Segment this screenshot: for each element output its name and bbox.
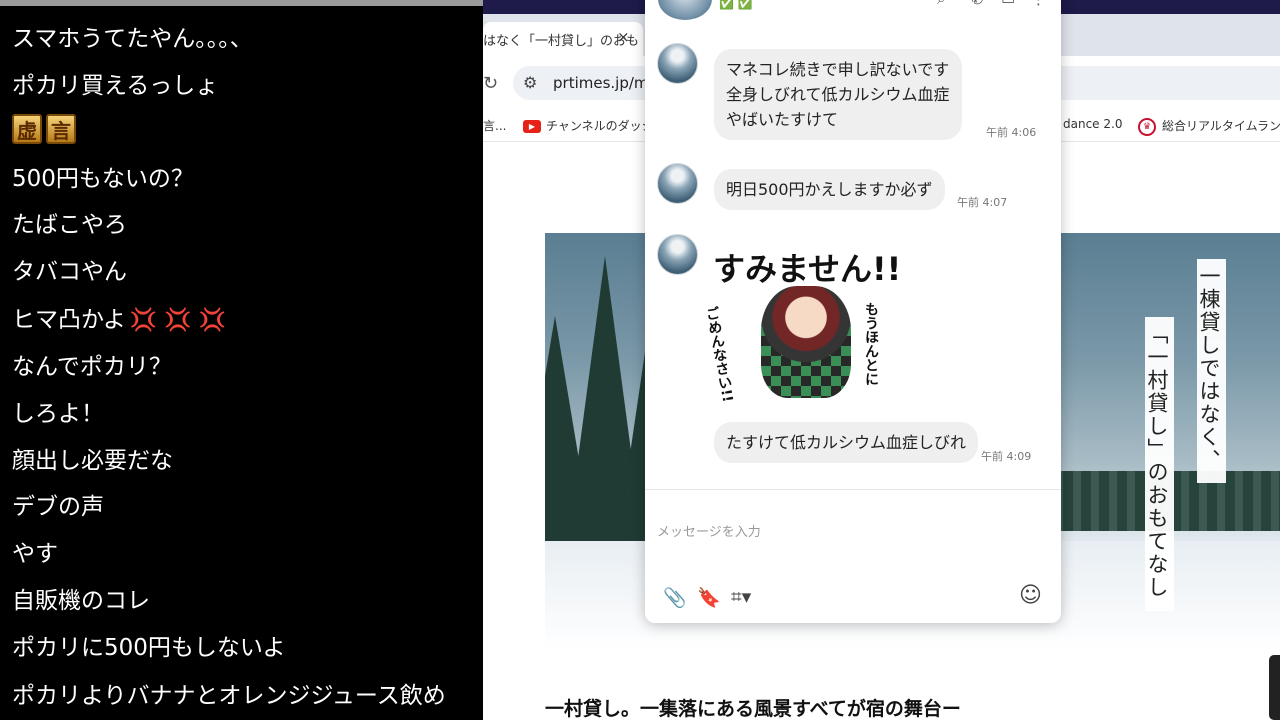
hero-vertical-text-2: 「一村貸し」のおもてなし	[1145, 317, 1174, 611]
message-line: たすけて低カルシウム血症しびれ	[726, 433, 967, 452]
comment-text: 顔出し必要だな	[12, 448, 173, 474]
message-line: 明日500円かえしますか必ず	[726, 180, 933, 199]
bookmark-label: 総合リアルタイムランキ	[1162, 119, 1280, 133]
message-line: 全身しびれて低カルシウム血症	[726, 85, 950, 104]
avatar[interactable]	[657, 43, 698, 84]
compose-area: 📎 🔖 ⌗▾ ☺	[645, 489, 1061, 623]
message-line: マネコレ続きで申し訳ないです	[726, 60, 950, 79]
comment-text: ポカリ買えるっしょ	[12, 73, 219, 99]
bookmark-icon[interactable]: 🔖	[697, 586, 721, 609]
comment-overlay: スマホうてたやん。。。、 ポカリ買えるっしょ 虚言 500円もないの？ たばこや…	[0, 0, 483, 720]
bookmark-ranking[interactable]: ♛ 総合リアルタイムランキ	[1138, 117, 1280, 136]
comment-item: しろよ！	[12, 399, 104, 429]
browser-tab[interactable]: はなく「一村貸し」のおも ×	[483, 22, 643, 56]
comment-item: 虚言	[12, 114, 80, 146]
comment-item: ポカリよりバナナとオレンジジュース飲め	[12, 681, 446, 711]
scrollbar-thumb[interactable]	[1269, 655, 1280, 720]
message-timestamp: 午前 4:09	[981, 450, 1032, 463]
more-icon[interactable]: ⋮	[1031, 0, 1046, 8]
chat-popup: ✅ ✅ ⌕ ✆ ▭ ⋮ マネコレ続きで申し訳ないです 全身しびれて低カルシウム血…	[645, 0, 1061, 623]
crop-icon[interactable]: ⌗▾	[731, 586, 751, 608]
comment-text: タバコやん	[12, 259, 127, 285]
avatar[interactable]	[657, 234, 698, 275]
anger-icon: 💢 💢 💢	[129, 308, 227, 333]
bookmark-item[interactable]: dance 2.0	[1063, 117, 1122, 131]
reload-icon[interactable]: ↻	[483, 73, 498, 94]
emoji-icon[interactable]: ☺	[1019, 583, 1042, 608]
kyogen-badge-1: 虚	[12, 114, 42, 144]
comment-text: ヒマ凸かよ	[12, 307, 126, 333]
avatar[interactable]	[657, 163, 698, 204]
comment-text: デブの声	[12, 494, 104, 520]
message-timestamp: 午前 4:06	[986, 126, 1037, 139]
comment-text: 自販機のコレ	[12, 588, 150, 614]
chat-bubble: 明日500円かえしますか必ず	[714, 169, 945, 210]
sticker-right-text: もうほんとに	[863, 302, 879, 386]
close-icon[interactable]: ×	[617, 28, 630, 46]
comment-text: ポカリに500円もしないよ	[12, 635, 286, 661]
comment-item: たばこやろ	[12, 210, 127, 240]
comment-text: たばこやろ	[12, 212, 127, 238]
comment-text: しろよ！	[12, 401, 104, 427]
site-settings-icon[interactable]: ⚙	[523, 73, 537, 92]
kyogen-badge-2: 言	[46, 114, 76, 144]
tab-title: はなく「一村貸し」のおも	[483, 34, 640, 49]
comment-text: スマホうてたやん。。。、	[12, 26, 253, 52]
tree-shape	[545, 316, 595, 556]
sticker-left-text: ごめんなさい!!	[702, 305, 736, 404]
bookmark-item[interactable]: 言...	[483, 117, 506, 134]
comment-text: 500円もないの？	[12, 166, 194, 192]
chat-bubble: マネコレ続きで申し訳ないです 全身しびれて低カルシウム血症 やばいたすけて	[714, 49, 962, 140]
note-icon[interactable]: ▭	[1001, 0, 1015, 8]
url-text: prtimes.jp/ma	[553, 74, 658, 92]
comment-item: やす	[12, 539, 58, 569]
message-input[interactable]	[657, 502, 1047, 562]
message-timestamp: 午前 4:07	[957, 196, 1008, 209]
comment-item: デブの声	[12, 492, 104, 522]
avatar[interactable]	[658, 0, 712, 20]
chat-contact-name: ✅ ✅	[719, 0, 753, 10]
phone-icon[interactable]: ✆	[971, 0, 984, 8]
message-line: やばいたすけて	[726, 110, 839, 129]
sticker-character	[761, 286, 851, 398]
comment-item: 自販機のコレ	[12, 586, 150, 616]
comment-item: 500円もないの？	[12, 164, 194, 194]
comment-item: ヒマ凸かよ 💢 💢 💢	[12, 305, 226, 336]
sticker-image: すみません!! ごめんなさい!! もうほんとに	[703, 244, 902, 404]
comment-item: ポカリ買えるっしょ	[12, 71, 218, 101]
youtube-icon: ▶	[523, 120, 541, 133]
comment-text: やす	[12, 541, 58, 567]
hero-vertical-text-1: 一棟貸しではなく、	[1197, 259, 1226, 483]
article-heading: 一村貸し。一集落にある風景すべてが宿の舞台ー	[545, 698, 961, 720]
crown-icon: ♛	[1138, 117, 1156, 136]
chat-header: ✅ ✅ ⌕ ✆ ▭ ⋮	[645, 0, 1061, 20]
comment-item: タバコやん	[12, 257, 127, 287]
comment-item: スマホうてたやん。。。、	[12, 24, 253, 54]
sticker-title: すみません!!	[713, 250, 902, 288]
comment-text: なんでポカリ？	[12, 354, 172, 380]
comment-item: 顔出し必要だな	[12, 446, 173, 476]
comment-item: なんでポカリ？	[12, 352, 172, 382]
search-icon[interactable]: ⌕	[937, 0, 945, 8]
attach-icon[interactable]: 📎	[663, 586, 687, 609]
comment-text: ポカリよりバナナとオレンジジュース飲め	[12, 683, 446, 709]
comment-item: ポカリに500円もしないよ	[12, 633, 285, 663]
chat-bubble: たすけて低カルシウム血症しびれ	[714, 422, 979, 463]
